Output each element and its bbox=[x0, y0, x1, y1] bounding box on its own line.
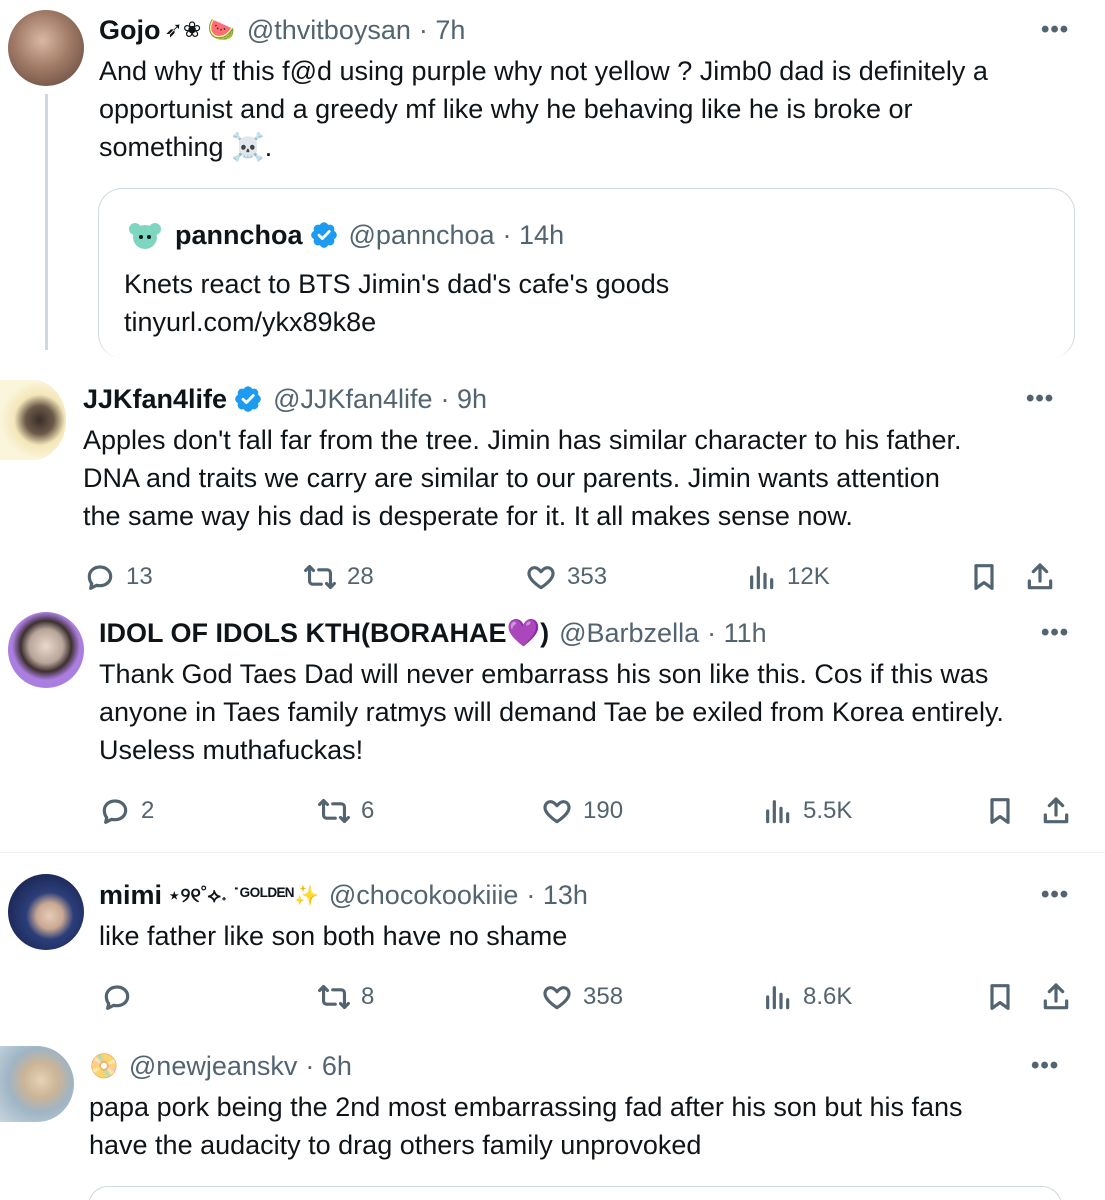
timestamp[interactable]: · 9h bbox=[441, 384, 488, 415]
bookmark-icon bbox=[990, 984, 1010, 1010]
quote-tweet[interactable] bbox=[88, 1186, 1062, 1200]
tweet-header: 📀 @newjeanskv · 6h bbox=[89, 1048, 352, 1084]
avatar[interactable] bbox=[8, 874, 84, 950]
more-options-icon[interactable]: ••• bbox=[1041, 16, 1069, 44]
more-options-icon[interactable]: ••• bbox=[1041, 619, 1069, 647]
views-count: 12K bbox=[787, 563, 830, 590]
retweet-icon bbox=[304, 564, 336, 590]
tweet-header: mimi ⋆୨୧˚⟡˖ ˙ᴳᴼᴸᴰᴱᴺ✨ @chocokookiiie · 13… bbox=[99, 877, 588, 913]
like-count: 358 bbox=[583, 983, 624, 1010]
reply-icon bbox=[102, 799, 128, 824]
quote-timestamp[interactable]: · 14h bbox=[503, 220, 565, 251]
share-button[interactable] bbox=[1040, 795, 1072, 827]
like-button[interactable]: 353 bbox=[525, 561, 607, 593]
display-name[interactable]: Gojo bbox=[99, 15, 161, 46]
share-icon bbox=[1043, 797, 1069, 824]
reply-button[interactable]: 13 bbox=[84, 561, 153, 593]
retweet-count: 8 bbox=[361, 983, 375, 1010]
handle[interactable]: @Barbzella bbox=[559, 618, 699, 649]
reply-button[interactable] bbox=[101, 981, 143, 1013]
views-count: 5.5K bbox=[803, 797, 853, 824]
display-name[interactable]: 📀 bbox=[89, 1052, 119, 1081]
quote-tweet[interactable]: pannchoa @pannchoa · 14h Knets react to … bbox=[98, 188, 1075, 358]
retweet-button[interactable]: 6 bbox=[317, 795, 374, 827]
share-icon bbox=[1027, 563, 1053, 590]
views-button[interactable]: 12K bbox=[745, 561, 830, 593]
verified-badge-icon bbox=[235, 386, 261, 412]
tweet-header: JJKfan4life @JJKfan4life · 9h bbox=[83, 381, 487, 417]
tweet-text: like father like son both have no shame bbox=[99, 921, 568, 951]
views-count: 8.6K bbox=[803, 983, 853, 1010]
tweet-header: Gojo ➶❀ 🍉 @thvitboysan · 7h bbox=[99, 12, 465, 48]
quote-avatar bbox=[125, 219, 165, 251]
heart-icon bbox=[543, 986, 571, 1010]
views-icon bbox=[766, 986, 790, 1010]
views-icon bbox=[766, 800, 790, 824]
pannchoa-logo-icon bbox=[129, 223, 161, 249]
quote-handle[interactable]: @pannchoa bbox=[349, 220, 495, 251]
more-options-icon[interactable]: ••• bbox=[1026, 385, 1054, 413]
retweet-icon bbox=[318, 984, 350, 1010]
like-button[interactable]: 358 bbox=[541, 981, 623, 1013]
more-options-icon[interactable]: ••• bbox=[1041, 881, 1069, 909]
bookmark-icon bbox=[990, 798, 1010, 824]
handle[interactable]: @newjeanskv bbox=[129, 1051, 298, 1082]
handle[interactable]: @thvitboysan bbox=[247, 15, 411, 46]
display-name[interactable]: JJKfan4life bbox=[83, 384, 227, 415]
divider bbox=[0, 852, 1105, 853]
display-name[interactable]: IDOL OF IDOLS KTH(BORAHAE💜) bbox=[99, 617, 549, 649]
retweet-count: 6 bbox=[361, 797, 375, 824]
reply-icon bbox=[87, 565, 113, 590]
handle[interactable]: @chocokookiiie bbox=[329, 880, 519, 911]
timestamp[interactable]: · 6h bbox=[305, 1051, 352, 1082]
retweet-button[interactable]: 8 bbox=[317, 981, 374, 1013]
views-icon bbox=[750, 566, 774, 590]
timestamp[interactable]: · 7h bbox=[419, 15, 466, 46]
tweet-text: Apples don't fall far from the tree. Jim… bbox=[83, 425, 962, 531]
heart-icon bbox=[543, 800, 571, 824]
avatar[interactable] bbox=[0, 1046, 74, 1122]
tweet-text: papa pork being the 2nd most embarrassin… bbox=[89, 1092, 963, 1160]
heart-icon bbox=[527, 566, 555, 590]
retweet-button[interactable]: 28 bbox=[303, 561, 374, 593]
tweet-header: IDOL OF IDOLS KTH(BORAHAE💜) @Barbzella ·… bbox=[99, 615, 767, 651]
retweet-count: 28 bbox=[347, 563, 374, 590]
reply-button[interactable]: 2 bbox=[99, 795, 154, 827]
bookmark-button[interactable] bbox=[968, 561, 1000, 593]
share-button[interactable] bbox=[1024, 561, 1056, 593]
share-button[interactable] bbox=[1040, 981, 1072, 1013]
thread-line bbox=[45, 94, 48, 350]
quote-link[interactable]: tinyurl.com/ykx89k8e bbox=[124, 303, 376, 341]
name-decoration: ➶❀ 🍉 bbox=[164, 17, 235, 42]
timestamp[interactable]: · 13h bbox=[526, 880, 588, 911]
reply-count: 2 bbox=[141, 797, 155, 824]
display-name[interactable]: mimi bbox=[99, 880, 162, 911]
views-button[interactable]: 8.6K bbox=[761, 981, 852, 1013]
verified-badge-icon bbox=[310, 222, 337, 248]
like-button[interactable]: 190 bbox=[541, 795, 623, 827]
bookmark-button[interactable] bbox=[984, 981, 1016, 1013]
quote-text: Knets react to BTS Jimin's dad's cafe's … bbox=[124, 269, 670, 299]
retweet-icon bbox=[318, 798, 350, 824]
bookmark-icon bbox=[974, 564, 994, 590]
more-options-icon[interactable]: ••• bbox=[1031, 1052, 1059, 1080]
bookmark-button[interactable] bbox=[984, 795, 1016, 827]
tweet-text: Thank God Taes Dad will never embarrass … bbox=[99, 659, 1004, 765]
share-icon bbox=[1043, 983, 1069, 1010]
quote-display-name[interactable]: pannchoa bbox=[175, 220, 303, 251]
timestamp[interactable]: · 11h bbox=[707, 618, 767, 649]
reply-count: 13 bbox=[126, 563, 153, 590]
views-button[interactable]: 5.5K bbox=[761, 795, 852, 827]
tweet-text: And why tf this f@d using purple why not… bbox=[99, 56, 988, 162]
reply-icon bbox=[104, 985, 130, 1010]
like-count: 190 bbox=[583, 797, 624, 824]
avatar[interactable] bbox=[8, 10, 84, 86]
like-count: 353 bbox=[567, 563, 608, 590]
handle[interactable]: @JJKfan4life bbox=[273, 384, 432, 415]
avatar[interactable] bbox=[0, 380, 66, 460]
name-decoration: ⋆୨୧˚⟡˖ ˙ᴳᴼᴸᴰᴱᴺ✨ bbox=[168, 884, 319, 907]
avatar[interactable] bbox=[8, 612, 84, 688]
